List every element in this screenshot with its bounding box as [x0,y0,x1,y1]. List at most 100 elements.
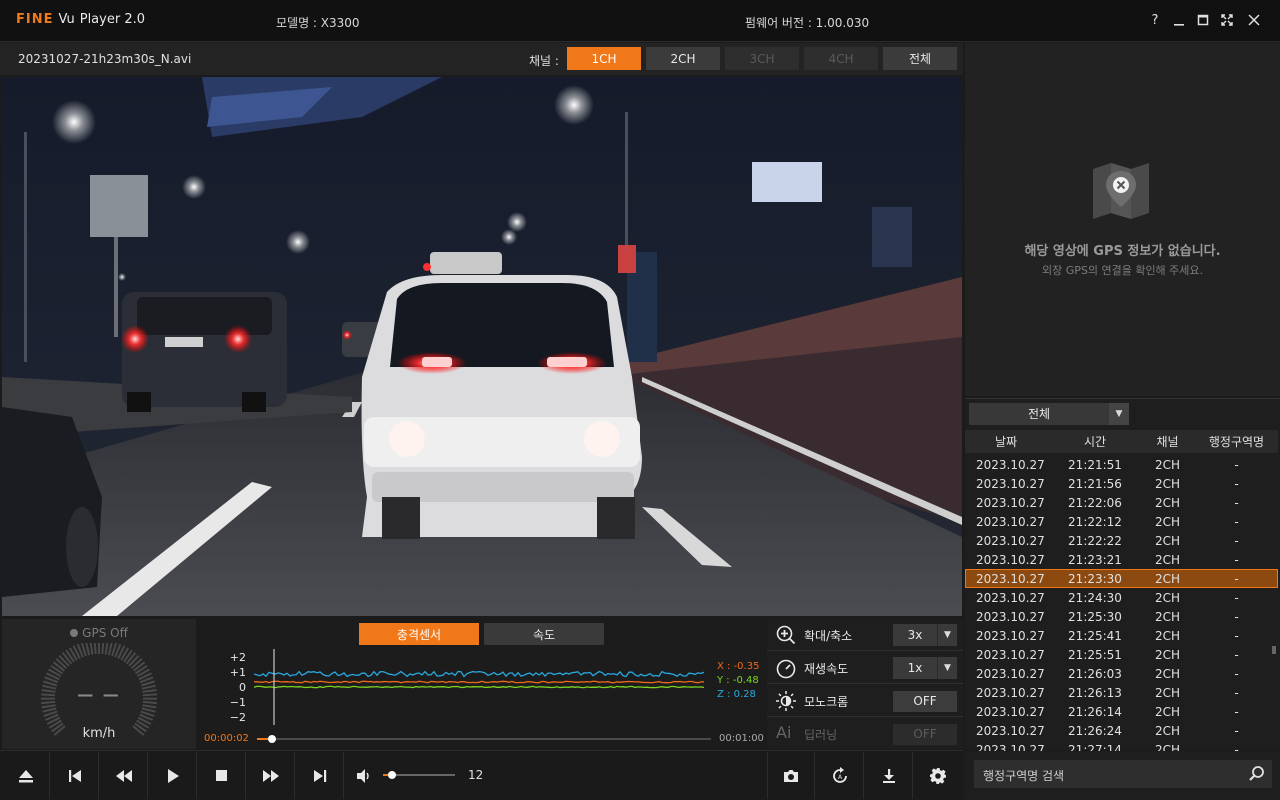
fullscreen-icon [1221,14,1233,26]
volume-icon[interactable] [356,768,372,784]
model-name: 모델명 : X3300 [276,16,360,30]
rewind-button[interactable] [100,752,148,799]
event-list-row[interactable]: 2023.10.27 21:26:14 2CH - [965,702,1278,721]
fullscreen-button[interactable] [1216,8,1238,32]
event-region: - [1234,723,1239,738]
event-region: - [1234,552,1239,567]
event-time: 21:25:51 [1068,647,1122,662]
channel-4ch-button[interactable]: 4CH [804,47,878,70]
event-list-body[interactable]: 2023.10.27 21:21:51 2CH - 2023.10.27 21:21:56… [965,455,1278,751]
event-list-row[interactable]: 2023.10.27 21:23:30 2CH - [965,569,1278,588]
event-date: 2023.10.27 [976,628,1045,643]
deep-learning-row: Ai 딥러닝 OFF [767,718,963,750]
volume-slider[interactable] [383,771,455,779]
rotate-button[interactable]: A [816,752,864,799]
event-channel: 2CH [1154,666,1181,681]
y-axis-line [254,685,705,689]
playback-speed-select[interactable]: 1x ▼ [893,657,957,679]
playback-toolbar: 12 A [0,750,963,800]
event-list-row[interactable]: 2023.10.27 21:22:12 2CH - [965,512,1278,531]
current-time: 00:00:02 [204,733,249,744]
event-list-row[interactable]: 2023.10.27 21:25:51 2CH - [965,645,1278,664]
search-icon[interactable] [1247,764,1267,784]
event-channel: 2CH [1154,457,1181,472]
event-list-row[interactable]: 2023.10.27 21:26:03 2CH - [965,664,1278,683]
fast-forward-button[interactable] [247,752,295,799]
event-filter-dropdown[interactable]: 전체 ▼ [969,403,1129,425]
event-region: - [1234,666,1239,681]
col-region-header: 행정구역명 [1208,435,1265,449]
previous-file-button[interactable] [51,752,99,799]
dashcam-video-image [2,77,962,616]
event-channel: 2CH [1154,609,1181,624]
event-list-row[interactable]: 2023.10.27 21:26:13 2CH - [965,683,1278,702]
deep-learning-toggle[interactable]: OFF [893,724,957,745]
close-button[interactable] [1243,8,1265,32]
event-region: - [1234,628,1239,643]
tab-impact-sensor[interactable]: 충격센서 [359,623,479,645]
rotate-icon: A [832,766,847,783]
event-region: - [1234,704,1239,719]
fast-forward-icon [262,769,279,782]
event-list-panel: 전체 ▼ 날짜 시간 채널 행정구역명 2023.10.27 21:21:51 2C… [965,398,1280,751]
volume-slider-handle[interactable] [387,771,396,779]
event-time: 21:21:51 [1068,457,1122,472]
timeline-handle[interactable] [267,735,276,743]
stop-button[interactable] [198,752,246,799]
event-list-row[interactable]: 2023.10.27 21:25:41 2CH - [965,626,1278,645]
event-date: 2023.10.27 [976,590,1045,605]
help-icon: ? [1151,12,1159,28]
channel-3ch-button[interactable]: 3CH [725,47,799,70]
event-list-row[interactable]: 2023.10.27 21:26:24 2CH - [965,721,1278,740]
event-list-row[interactable]: 2023.10.27 21:22:22 2CH - [965,531,1278,550]
channel-2ch-button[interactable]: 2CH [646,47,720,70]
stop-icon [215,769,227,781]
event-channel: 2CH [1154,476,1181,491]
brightness-icon [776,691,796,711]
play-button[interactable] [149,752,197,799]
event-region: - [1234,495,1239,510]
eject-button[interactable] [2,752,50,799]
channel-1ch-button[interactable]: 1CH [567,47,641,70]
brand-fine: FINE [16,12,54,27]
video-frame[interactable] [2,77,962,616]
event-list-row[interactable]: 2023.10.27 21:23:21 2CH - [965,550,1278,569]
snapshot-button[interactable] [767,752,815,799]
map-pin-x-icon [1093,163,1149,219]
timeline-track[interactable] [257,735,711,743]
event-list-row[interactable]: 2023.10.27 21:27:14 2CH - [965,740,1278,752]
gps-map-panel: 해당 영상에 GPS 정보가 없습니다. 외장 GPS의 연결을 확인해 주세요… [965,43,1280,396]
help-button[interactable]: ? [1144,8,1166,32]
event-list-row[interactable]: 2023.10.27 21:22:06 2CH - [965,493,1278,512]
channel-all-button[interactable]: 전체 [883,47,957,70]
gps-status: GPS Off [2,626,196,640]
event-date: 2023.10.27 [976,723,1045,738]
settings-button[interactable] [914,752,962,799]
event-region: - [1234,571,1239,586]
event-list-row[interactable]: 2023.10.27 21:21:56 2CH - [965,474,1278,493]
end-time: 00:01:00 [719,733,764,744]
next-file-button[interactable] [296,752,344,799]
event-region: - [1234,590,1239,605]
event-time: 21:25:41 [1068,628,1122,643]
event-region: - [1234,685,1239,700]
event-list-row[interactable]: 2023.10.27 21:21:51 2CH - [965,455,1278,474]
col-channel-header: 채널 [1156,435,1179,449]
list-scrollbar[interactable] [1272,646,1276,654]
region-search-input[interactable]: 행정구역명 검색 [974,760,1272,788]
event-channel: 2CH [1154,495,1181,510]
tab-speed[interactable]: 속도 [484,623,604,645]
event-list-row[interactable]: 2023.10.27 21:25:30 2CH - [965,607,1278,626]
event-channel: 2CH [1154,628,1181,643]
event-channel: 2CH [1154,514,1181,529]
minimize-button[interactable] [1168,8,1190,32]
event-region: - [1234,609,1239,624]
app-logo: FINE Vu Player 2.0 [16,12,145,30]
monochrome-toggle[interactable]: OFF [893,691,957,712]
download-button[interactable] [865,752,913,799]
deep-learning-label: 딥러닝 [804,728,838,742]
zoom-select[interactable]: 3x ▼ [893,624,957,646]
event-list-row[interactable]: 2023.10.27 21:24:30 2CH - [965,588,1278,607]
maximize-button[interactable] [1192,8,1214,32]
event-date: 2023.10.27 [976,552,1045,567]
